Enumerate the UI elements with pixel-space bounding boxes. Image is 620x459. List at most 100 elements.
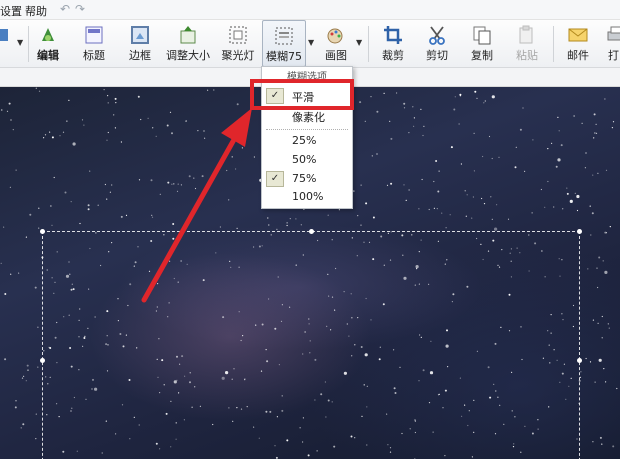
edit-icon — [42, 28, 54, 41]
star — [38, 90, 41, 92]
star — [70, 201, 72, 203]
star — [576, 209, 579, 212]
star — [4, 293, 7, 295]
copy-button[interactable]: 复制 — [464, 20, 500, 67]
star — [68, 99, 70, 101]
star — [203, 130, 205, 132]
spotlight-label: 聚光灯 — [221, 49, 255, 62]
title-button[interactable]: 标题 — [76, 20, 112, 67]
star — [155, 135, 157, 137]
selection-handle-top-right[interactable] — [577, 229, 582, 234]
star — [421, 178, 423, 181]
star — [581, 122, 583, 124]
star — [607, 323, 609, 325]
menu-help[interactable]: 帮助 — [25, 3, 47, 19]
star — [562, 208, 564, 210]
star — [213, 89, 215, 91]
star — [605, 381, 607, 383]
star — [173, 183, 175, 185]
star — [531, 212, 533, 214]
draw-button[interactable]: 画图 — [318, 20, 354, 67]
star — [483, 102, 485, 104]
star — [376, 110, 379, 113]
star — [473, 170, 475, 172]
star — [413, 117, 415, 119]
print-button[interactable]: 打 — [604, 20, 620, 67]
chevron-down-icon[interactable]: ▼ — [17, 38, 23, 47]
paste-button[interactable]: 粘贴 — [509, 20, 545, 67]
star — [62, 131, 65, 133]
star — [472, 196, 474, 198]
menu-item-label: 100% — [292, 190, 324, 203]
star — [592, 319, 595, 321]
star — [408, 189, 410, 191]
selection-rectangle[interactable] — [40, 229, 582, 459]
draw-icon — [327, 28, 343, 44]
star — [574, 192, 576, 194]
star — [113, 114, 115, 116]
star — [35, 438, 37, 440]
star — [364, 120, 366, 122]
star — [532, 139, 534, 141]
star — [396, 92, 398, 94]
star — [580, 371, 582, 373]
blur-dropdown-icon[interactable]: ▼ — [308, 38, 314, 47]
star — [594, 381, 596, 383]
crop-button[interactable]: 裁剪 — [375, 20, 411, 67]
partial-tool-button[interactable] — [0, 20, 12, 67]
resize-icon — [180, 26, 196, 44]
draw-dropdown-icon[interactable]: ▼ — [356, 38, 362, 47]
star — [241, 147, 243, 149]
menu-item-25[interactable]: 25% — [262, 132, 352, 150]
menu-item-75[interactable]: ✓ 75% — [262, 170, 352, 188]
selection-handle-left[interactable] — [40, 358, 45, 363]
border-button[interactable]: 边框 — [122, 20, 158, 67]
star — [481, 197, 483, 200]
menu-settings[interactable]: 设置 — [0, 3, 22, 19]
star — [37, 366, 39, 368]
star — [460, 163, 462, 165]
mail-label: 邮件 — [567, 49, 589, 62]
star — [386, 184, 389, 186]
star — [137, 95, 140, 98]
star — [357, 215, 359, 217]
star — [592, 441, 594, 443]
star — [491, 157, 493, 160]
star — [616, 387, 618, 390]
star — [35, 87, 37, 89]
star — [109, 191, 111, 193]
redo-icon[interactable]: ↷ — [75, 2, 85, 16]
star — [454, 96, 456, 98]
star — [125, 214, 128, 216]
selection-handle-top-left[interactable] — [40, 229, 45, 234]
cut-button[interactable]: 剪切 — [419, 20, 455, 67]
star — [83, 124, 85, 126]
selection-handle-right[interactable] — [577, 358, 582, 363]
draw-label: 画图 — [325, 49, 347, 62]
resize-button[interactable]: 调整大小 — [164, 20, 212, 67]
blur-icon — [275, 27, 293, 45]
star — [365, 202, 368, 205]
star — [594, 132, 596, 134]
blur-button[interactable]: 模糊75 — [262, 20, 306, 67]
star — [601, 315, 603, 318]
star — [557, 158, 561, 162]
star — [180, 184, 182, 186]
star — [106, 139, 108, 141]
spotlight-button[interactable]: 聚光灯 — [219, 20, 257, 67]
title-label: 标题 — [83, 49, 105, 62]
selection-handle-top[interactable] — [309, 229, 314, 234]
menu-item-50[interactable]: 50% — [262, 151, 352, 169]
star — [514, 166, 517, 169]
star — [589, 205, 591, 207]
undo-icon[interactable]: ↶ — [60, 2, 70, 16]
star — [6, 110, 9, 112]
mail-button[interactable]: 邮件 — [560, 20, 596, 67]
star — [408, 132, 410, 134]
edit-button[interactable]: 编辑 — [30, 20, 66, 67]
star — [204, 137, 206, 139]
menu-item-100[interactable]: 100% — [262, 188, 352, 206]
star — [547, 180, 549, 183]
star — [188, 175, 191, 178]
star — [566, 187, 568, 189]
